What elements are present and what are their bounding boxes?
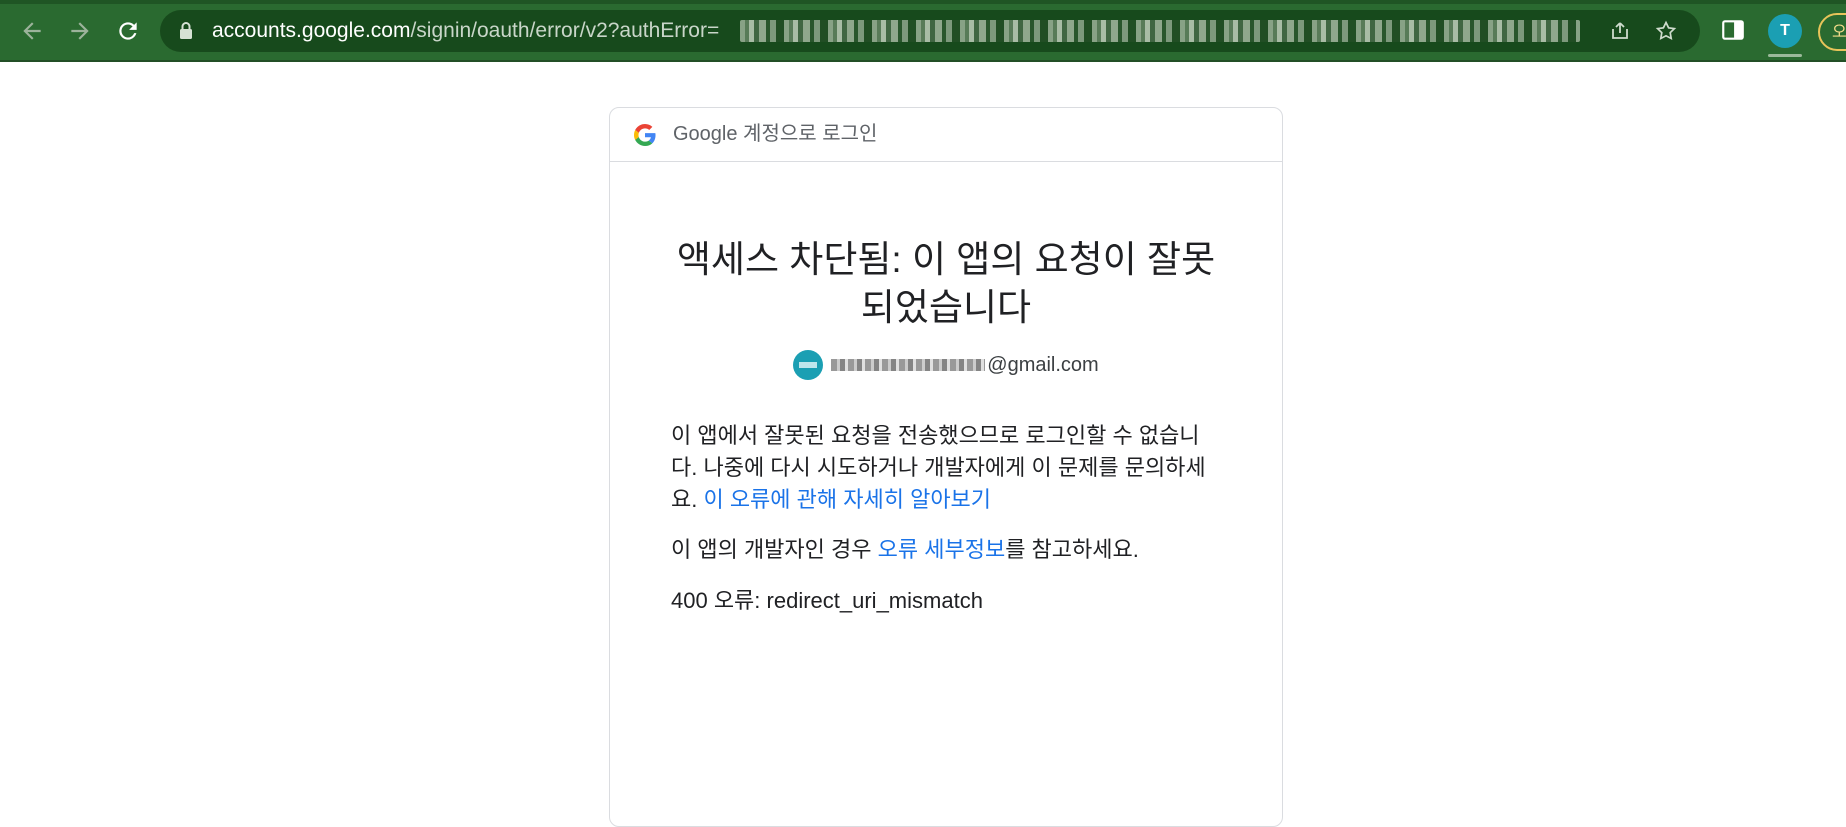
side-panel-icon[interactable] [1720,17,1746,43]
url-path: /signin/oauth/error/v2?authError= [410,19,720,42]
profile-indicator [1768,54,1802,57]
toolbar-divider [0,60,1846,62]
url-host: accounts.google.com [212,19,411,42]
update-button[interactable]: 오 [1818,13,1846,51]
card-header-text: Google 계정으로 로그인 [673,123,878,145]
error-code: 400 오류: redirect_uri_mismatch [671,588,983,613]
share-icon[interactable] [1608,19,1632,43]
reload-button[interactable] [110,13,146,49]
google-logo-icon [634,124,656,146]
developer-note: 이 앱의 개발자인 경우 오류 세부정보를 참고하세요. [671,534,1223,566]
star-icon[interactable] [1654,19,1678,43]
redacted-url-query [740,20,1580,42]
card-header: Google 계정으로 로그인 [610,108,1282,162]
address-bar[interactable]: accounts.google.com/signin/oauth/error/v… [160,10,1700,52]
account-avatar [793,350,824,380]
profile-initial: T [1780,22,1790,39]
profile-avatar[interactable]: T [1768,14,1802,48]
account-chip: @gmail.com [610,346,1282,384]
arrow-left-icon [23,22,41,40]
redacted-email-username [831,359,986,371]
signin-error-card: Google 계정으로 로그인 액세스 차단됨: 이 앱의 요청이 잘못되었습니… [609,107,1283,827]
tab-strip-edge [0,0,1846,4]
account-email-domain: @gmail.com [987,353,1099,376]
developer-note-prefix: 이 앱의 개발자인 경우 [671,537,878,562]
developer-note-suffix: 를 참고하세요. [1005,537,1139,562]
lock-icon [180,22,192,39]
arrow-right-icon [71,22,89,40]
reload-icon [119,22,137,40]
learn-more-link[interactable]: 이 오류에 관해 자세히 알아보기 [703,487,991,512]
error-details-link[interactable]: 오류 세부정보 [878,537,1006,562]
page-title: 액세스 차단됨: 이 앱의 요청이 잘못되었습니다 [676,239,1216,328]
back-button[interactable] [14,13,50,49]
update-label: 오 [1832,24,1846,41]
error-description: 이 앱에서 잘못된 요청을 전송했으므로 로그인할 수 없습니다. 나중에 다시… [671,420,1223,516]
forward-button[interactable] [62,13,98,49]
browser-toolbar: accounts.google.com/signin/oauth/error/v… [0,0,1846,62]
